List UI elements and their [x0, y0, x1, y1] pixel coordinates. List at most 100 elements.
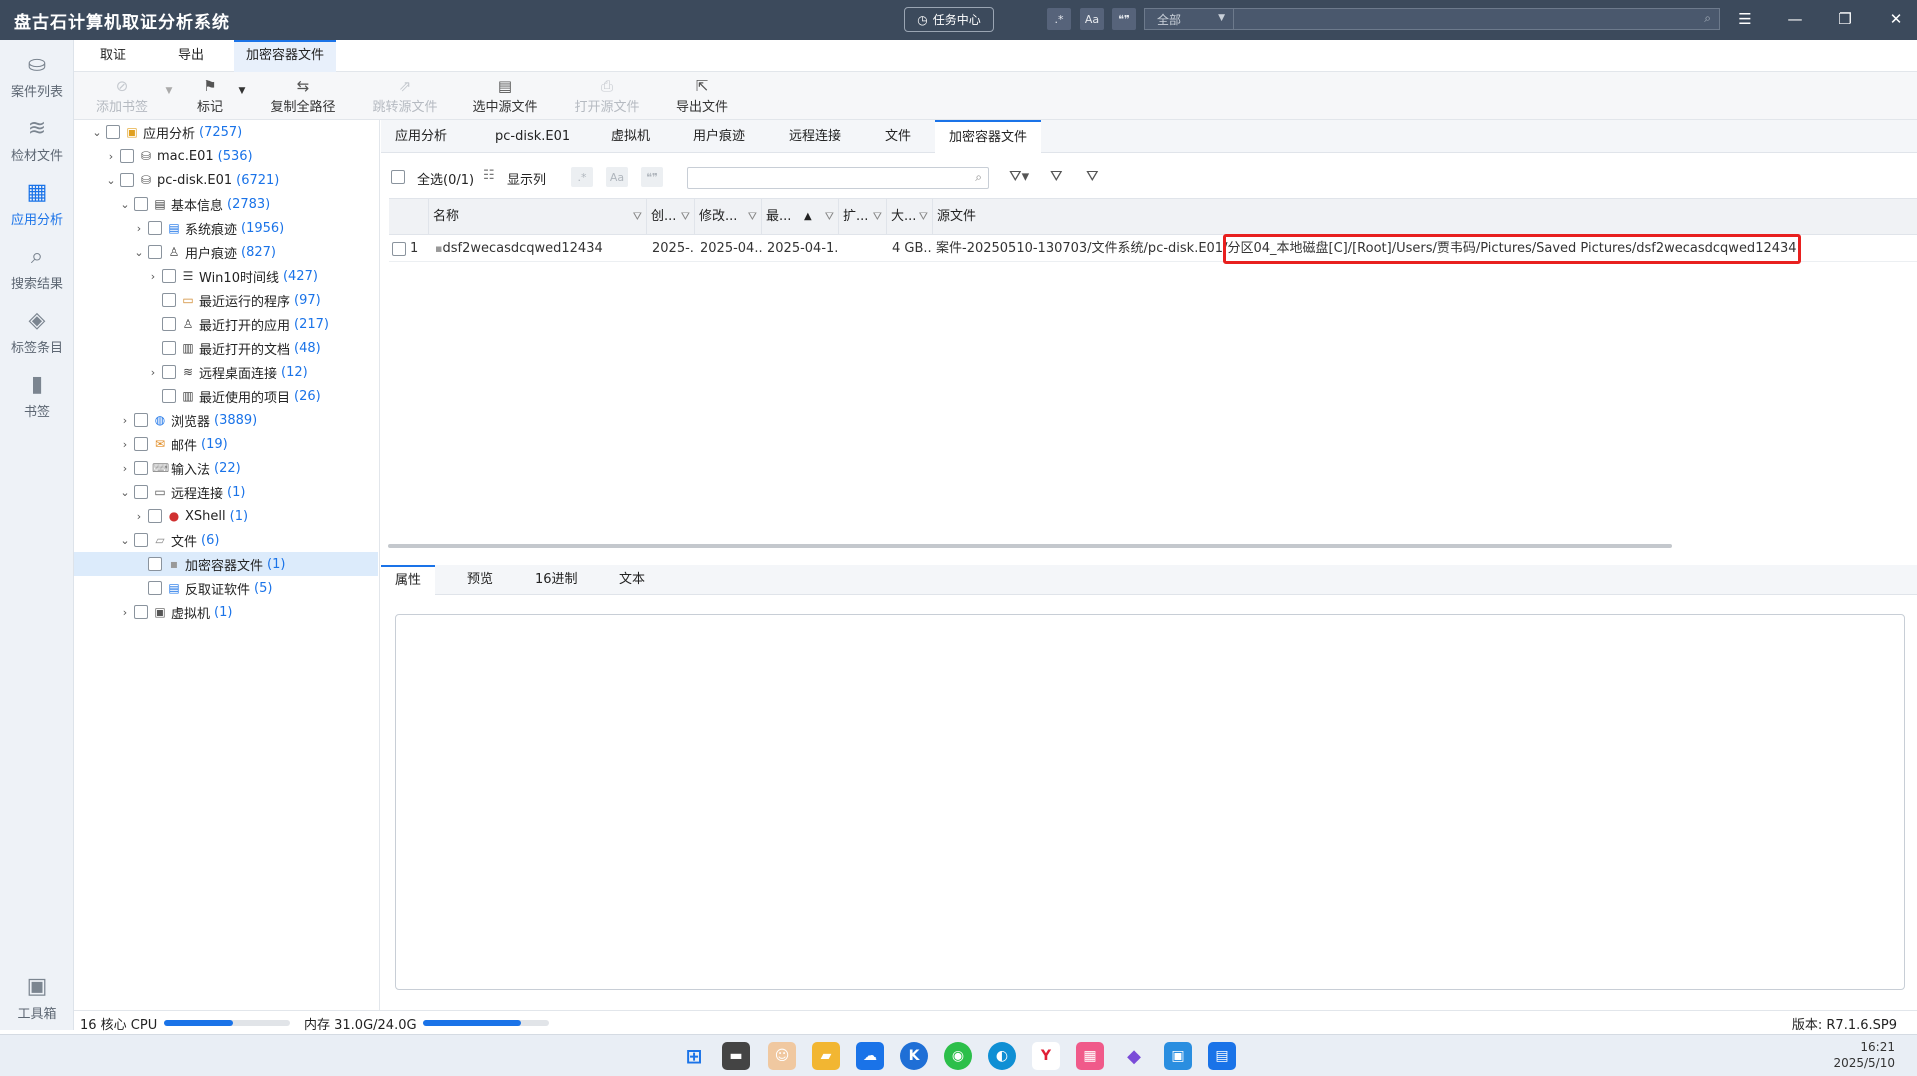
column-created[interactable]: 创... ⛛	[647, 199, 695, 235]
tree-node[interactable]: › ☰ Win10时间线 (427)	[74, 264, 378, 288]
tab-virtual-machine[interactable]: 虚拟机	[597, 120, 664, 153]
tree-checkbox[interactable]	[162, 341, 176, 355]
tab-hex[interactable]: 16进制	[521, 565, 592, 595]
tree-node[interactable]: › ▤ 系统痕迹 (1956)	[74, 216, 378, 240]
nav-bookmarks[interactable]: ▮ 书签	[0, 364, 74, 426]
tab-pc-disk[interactable]: pc-disk.E01	[481, 120, 584, 153]
column-name[interactable]: 名称 ⛛	[429, 199, 647, 235]
tree-node[interactable]: ⌄ ♙ 用户痕迹 (827)	[74, 240, 378, 264]
whole-word-button[interactable]: ❝❞	[1112, 8, 1136, 30]
tree-checkbox[interactable]	[148, 509, 162, 523]
crystal-app-icon[interactable]: ◆	[1120, 1042, 1148, 1070]
match-case-button[interactable]: Aa	[606, 167, 628, 187]
column-modified[interactable]: 修改... ⛛	[695, 199, 762, 235]
k-app-icon[interactable]: K	[900, 1042, 928, 1070]
filter-dropdown-icon[interactable]: ⛛▾	[1009, 167, 1029, 185]
tree-checkbox[interactable]	[162, 269, 176, 283]
tree-checkbox[interactable]	[134, 605, 148, 619]
task-center-button[interactable]: ◷ 任务中心	[904, 7, 994, 32]
restore-button[interactable]: ❐	[1832, 8, 1858, 30]
tree-node[interactable]: › ▣ 虚拟机 (1)	[74, 600, 378, 624]
open-source-button[interactable]: ⎙ 打开源文件	[570, 76, 644, 118]
chevron-right-icon[interactable]: ›	[118, 414, 132, 427]
close-button[interactable]: ✕	[1883, 8, 1909, 30]
grid-search-input[interactable]: ⌕	[687, 167, 989, 189]
tab-preview[interactable]: 预览	[453, 565, 507, 595]
tree-node[interactable]: › ≋ 远程桌面连接 (12)	[74, 360, 378, 384]
media-app-icon[interactable]: ▦	[1076, 1042, 1104, 1070]
regex-toggle-button[interactable]: .*	[571, 167, 593, 187]
tree-node[interactable]: › ⌨ 输入法 (22)	[74, 456, 378, 480]
chevron-down-icon[interactable]: ⌄	[118, 534, 132, 547]
tree-node[interactable]: › ⛁ mac.E01 (536)	[74, 144, 378, 168]
mark-button[interactable]: ⚑ 标记	[190, 76, 230, 118]
tree-node[interactable]: ▭ 最近运行的程序 (97)	[74, 288, 378, 312]
chevron-down-icon[interactable]: ⌄	[132, 246, 146, 259]
filter-icon[interactable]: ⛛	[873, 199, 882, 235]
windows-start-icon[interactable]: ⊞	[680, 1042, 708, 1070]
column-accessed[interactable]: 最... ▲ ⛛	[762, 199, 839, 235]
chevron-right-icon[interactable]: ›	[146, 366, 160, 379]
tree-node[interactable]: ♙ 最近打开的应用 (217)	[74, 312, 378, 336]
tree-checkbox[interactable]	[106, 125, 120, 139]
edge-browser-icon[interactable]: ◐	[988, 1042, 1016, 1070]
filter-edit-icon[interactable]: ⛛	[1050, 167, 1063, 185]
tree-checkbox[interactable]	[134, 413, 148, 427]
tree-checkbox[interactable]	[148, 557, 162, 571]
tree-node[interactable]: ⌄ ▱ 文件 (6)	[74, 528, 378, 552]
row-checkbox[interactable]	[392, 242, 406, 256]
system-clock[interactable]: 16:21 2025/5/10	[1833, 1039, 1895, 1071]
filter-icon[interactable]: ⛛	[825, 199, 834, 235]
tree-checkbox[interactable]	[134, 437, 148, 451]
select-all-label[interactable]: 全选(0/1)	[417, 169, 474, 188]
tree-node[interactable]: › ✉ 邮件 (19)	[74, 432, 378, 456]
tree-node[interactable]: ▥ 最近打开的文档 (48)	[74, 336, 378, 360]
column-extension[interactable]: 扩... ⛛	[839, 199, 887, 235]
chevron-right-icon[interactable]: ›	[118, 606, 132, 619]
nav-app-analysis[interactable]: ▦ 应用分析	[0, 172, 74, 234]
chevron-right-icon[interactable]: ›	[104, 150, 118, 163]
tree-checkbox[interactable]	[120, 173, 134, 187]
tree-checkbox[interactable]	[134, 461, 148, 475]
terminal-icon[interactable]: ▬	[722, 1042, 750, 1070]
tab-files[interactable]: 文件	[871, 120, 925, 153]
global-search-input[interactable]: ⌕	[1234, 8, 1720, 30]
tab-user-traces[interactable]: 用户痕迹	[679, 120, 759, 153]
remote-desktop-app-icon[interactable]: ▣	[1164, 1042, 1192, 1070]
tab-export[interactable]: 导出	[166, 40, 216, 72]
menu-icon[interactable]: ☰	[1732, 8, 1758, 30]
tree-checkbox[interactable]	[148, 245, 162, 259]
minimize-button[interactable]: —	[1782, 8, 1808, 30]
nav-search-results[interactable]: ⌕ 搜索结果	[0, 236, 74, 298]
wechat-icon[interactable]: ◉	[944, 1042, 972, 1070]
tree-node[interactable]: ⌄ ▤ 基本信息 (2783)	[74, 192, 378, 216]
search-scope-select[interactable]: 全部 ▼	[1144, 8, 1234, 30]
add-bookmark-button[interactable]: ⊘ 添加书签	[90, 76, 154, 118]
filter-icon[interactable]: ⛛	[681, 199, 690, 235]
nav-evidence-files[interactable]: ≋ 检材文件	[0, 108, 74, 170]
tree-checkbox[interactable]	[162, 293, 176, 307]
tree-checkbox[interactable]	[134, 485, 148, 499]
tree-checkbox[interactable]	[162, 317, 176, 331]
filter-icon[interactable]: ⛛	[919, 199, 928, 235]
tab-encrypted-container[interactable]: 加密容器文件	[234, 40, 337, 72]
tab-text[interactable]: 文本	[605, 565, 659, 595]
chevron-right-icon[interactable]: ›	[132, 222, 146, 235]
tree-node[interactable]: › ● XShell (1)	[74, 504, 378, 528]
filter-icon[interactable]: ⛛	[748, 199, 757, 235]
jump-source-button[interactable]: ⇗ 跳转源文件	[368, 76, 442, 118]
tree-checkbox[interactable]	[162, 365, 176, 379]
tree-node[interactable]: ⌄ ▭ 远程连接 (1)	[74, 480, 378, 504]
filter-clear-icon[interactable]: ⛛	[1086, 167, 1099, 185]
tab-app-analysis[interactable]: 应用分析	[381, 120, 461, 153]
tree-node[interactable]: ▤ 反取证软件 (5)	[74, 576, 378, 600]
chevron-down-icon[interactable]: ⌄	[104, 174, 118, 187]
export-file-button[interactable]: ⇱ 导出文件	[672, 76, 732, 118]
chevron-right-icon[interactable]: ›	[132, 510, 146, 523]
tab-properties[interactable]: 属性	[381, 565, 436, 595]
chevron-right-icon[interactable]: ›	[146, 270, 160, 283]
match-case-button[interactable]: Aa	[1080, 8, 1104, 30]
column-size[interactable]: 大... ⛛	[887, 199, 933, 235]
cloud-app-icon[interactable]: ☁	[856, 1042, 884, 1070]
regex-toggle-button[interactable]: .*	[1047, 8, 1071, 30]
